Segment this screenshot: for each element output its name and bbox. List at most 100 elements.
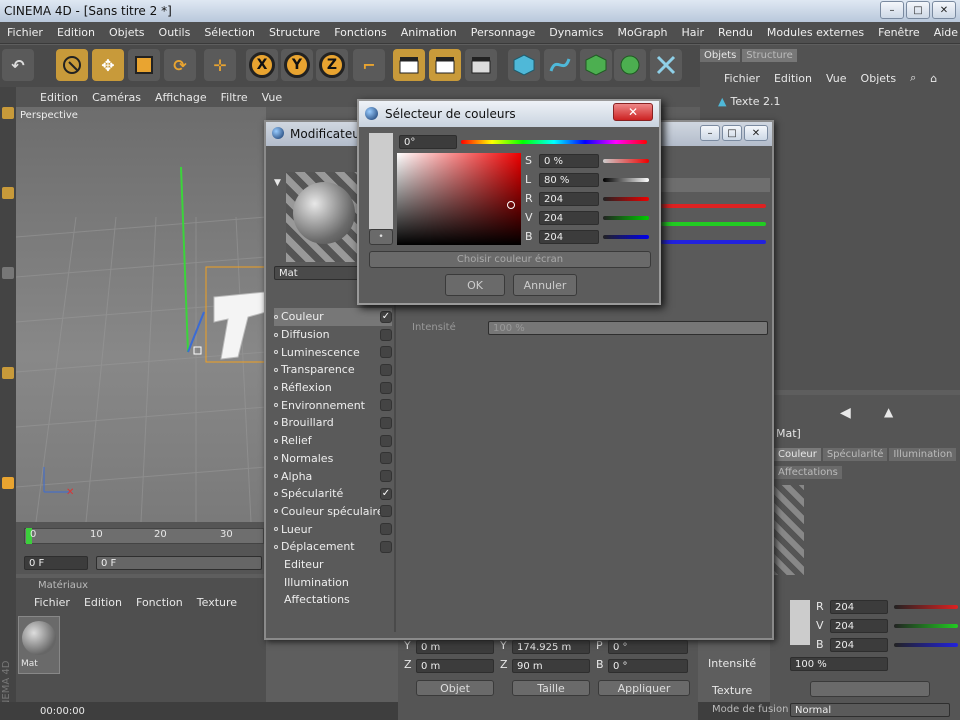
object-row[interactable]: ▲ Texte 2.1 xyxy=(718,95,818,108)
mat-menu-fonction[interactable]: Fonction xyxy=(136,596,183,609)
coord-mode-select[interactable]: Objet xyxy=(416,680,494,696)
channel-couleur[interactable]: Couleur ✓ xyxy=(274,308,392,326)
apply-button[interactable]: Appliquer xyxy=(598,680,690,696)
menu-fichier[interactable]: Fichier xyxy=(0,26,50,39)
mated-preview[interactable] xyxy=(286,172,362,262)
menu-personnage[interactable]: Personnage xyxy=(464,26,542,39)
menu-fonctions[interactable]: Fonctions xyxy=(327,26,394,39)
menu-dynamics[interactable]: Dynamics xyxy=(542,26,610,39)
cube-icon[interactable] xyxy=(508,49,540,81)
timeline[interactable]: 0 10 20 30 0 F 0 F xyxy=(16,522,266,574)
attr-tab-affectations[interactable]: Affectations xyxy=(774,466,842,479)
tool-icon[interactable] xyxy=(2,367,14,379)
channel-environnement[interactable]: Environnement xyxy=(274,396,392,414)
mated-minimize-button[interactable]: – xyxy=(700,125,720,141)
viewport-3d[interactable]: Perspective ✕ xyxy=(16,107,266,522)
v-slider[interactable] xyxy=(603,216,649,220)
mated-v-slider[interactable] xyxy=(656,222,766,226)
menu-fenetre[interactable]: Fenêtre xyxy=(871,26,927,39)
collapse-arrow-icon[interactable]: ▼ xyxy=(274,178,281,188)
render-picture-icon[interactable] xyxy=(429,49,461,81)
attr-texture-field[interactable] xyxy=(810,681,930,697)
r-field[interactable]: 204 xyxy=(539,192,599,206)
tool-icon[interactable] xyxy=(2,107,14,119)
vp-menu-vue[interactable]: Vue xyxy=(255,91,290,104)
b-slider[interactable] xyxy=(603,235,649,239)
menu-edition[interactable]: Edition xyxy=(50,26,102,39)
live-select-icon[interactable] xyxy=(56,49,88,81)
menu-aide[interactable]: Aide xyxy=(927,26,960,39)
channel-checkbox[interactable] xyxy=(380,346,392,359)
tool-icon[interactable] xyxy=(2,267,14,279)
channel-normales[interactable]: Normales xyxy=(274,450,392,468)
mograph-icon[interactable] xyxy=(614,49,646,81)
attr-r-field[interactable]: 204 xyxy=(830,600,888,614)
scale-icon[interactable] xyxy=(128,49,160,81)
frame-range-field[interactable]: 0 F xyxy=(96,556,262,570)
z-axis-button[interactable]: Z xyxy=(316,49,348,81)
spline-icon[interactable] xyxy=(544,49,576,81)
minimize-button[interactable]: – xyxy=(880,1,904,19)
search-icon[interactable]: ⌕ xyxy=(910,71,916,85)
channel-illumination[interactable]: Illumination xyxy=(274,573,392,591)
hue-slider[interactable] xyxy=(461,140,647,144)
nurbs-icon[interactable] xyxy=(580,49,612,81)
color-swatch[interactable] xyxy=(790,600,810,645)
channel-checkbox[interactable] xyxy=(380,434,392,447)
mat-menu-fichier[interactable]: Fichier xyxy=(34,596,70,609)
channel-editeur[interactable]: Editeur xyxy=(274,556,392,574)
channel-diffusion[interactable]: Diffusion xyxy=(274,326,392,344)
attr-intensite-field[interactable]: 100 % xyxy=(790,657,888,671)
menu-mograph[interactable]: MoGraph xyxy=(610,26,674,39)
render-view-icon[interactable] xyxy=(393,49,425,81)
tab-objets[interactable]: Objets xyxy=(700,49,741,62)
vp-menu-cameras[interactable]: Caméras xyxy=(85,91,148,104)
picker-close-button[interactable]: ✕ xyxy=(613,103,653,121)
axis-move-icon[interactable]: ✛ xyxy=(204,49,236,81)
tab-structure[interactable]: Structure xyxy=(742,49,797,62)
menu-selection[interactable]: Sélection xyxy=(197,26,262,39)
vp-menu-affichage[interactable]: Affichage xyxy=(148,91,214,104)
channel-checkbox[interactable] xyxy=(380,452,392,465)
render-settings-icon[interactable] xyxy=(465,49,497,81)
mat-menu-edition[interactable]: Edition xyxy=(84,596,122,609)
menu-outils[interactable]: Outils xyxy=(152,26,198,39)
channel-lueur[interactable]: Lueur xyxy=(274,520,392,538)
up-arrow-icon[interactable]: ▲ xyxy=(884,405,893,419)
coord-p-rot[interactable]: 0 ° xyxy=(608,640,688,654)
screen-picker-button[interactable]: Choisir couleur écran xyxy=(369,251,651,268)
l-field[interactable]: 80 % xyxy=(539,173,599,187)
channel-checkbox[interactable] xyxy=(380,328,392,341)
channel-transparence[interactable]: Transparence xyxy=(274,361,392,379)
attr-v-field[interactable]: 204 xyxy=(830,619,888,633)
material-thumbnail[interactable]: Mat xyxy=(18,616,60,674)
mat-menu-texture[interactable]: Texture xyxy=(197,596,237,609)
l-slider[interactable] xyxy=(603,178,649,182)
menu-hair[interactable]: Hair xyxy=(674,26,711,39)
b-field[interactable]: 204 xyxy=(539,230,599,244)
mated-maximize-button[interactable]: □ xyxy=(722,125,742,141)
close-button[interactable]: ✕ xyxy=(932,1,956,19)
ok-button[interactable]: OK xyxy=(445,274,505,296)
channel-checkbox[interactable] xyxy=(380,363,392,376)
attr-tab-illumination[interactable]: Illumination xyxy=(889,448,957,461)
attr-mode-field[interactable]: Normal xyxy=(790,703,950,717)
channel-checkbox[interactable] xyxy=(380,505,392,518)
move-icon[interactable]: ✥ xyxy=(92,49,124,81)
rotate-icon[interactable]: ⟳ xyxy=(164,49,196,81)
channel-specularite[interactable]: Spécularité ✓ xyxy=(274,485,392,503)
undo-icon[interactable]: ↶ xyxy=(2,49,34,81)
attr-r-slider[interactable] xyxy=(894,605,958,609)
home-icon[interactable]: ⌂ xyxy=(930,72,937,85)
mated-b-slider[interactable] xyxy=(656,240,766,244)
channel-checkbox[interactable] xyxy=(380,470,392,483)
channel-checkbox[interactable]: ✓ xyxy=(380,310,392,323)
picker-add-button[interactable]: • xyxy=(369,229,393,245)
obj-menu-objets[interactable]: Objets xyxy=(861,72,897,85)
coord-y-pos[interactable]: 0 m xyxy=(416,640,494,654)
s-slider[interactable] xyxy=(603,159,649,163)
channel-affectations[interactable]: Affectations xyxy=(274,591,392,609)
attr-tab-couleur[interactable]: Couleur xyxy=(774,448,821,461)
channel-checkbox[interactable]: ✓ xyxy=(380,487,392,500)
attr-v-slider[interactable] xyxy=(894,624,958,628)
